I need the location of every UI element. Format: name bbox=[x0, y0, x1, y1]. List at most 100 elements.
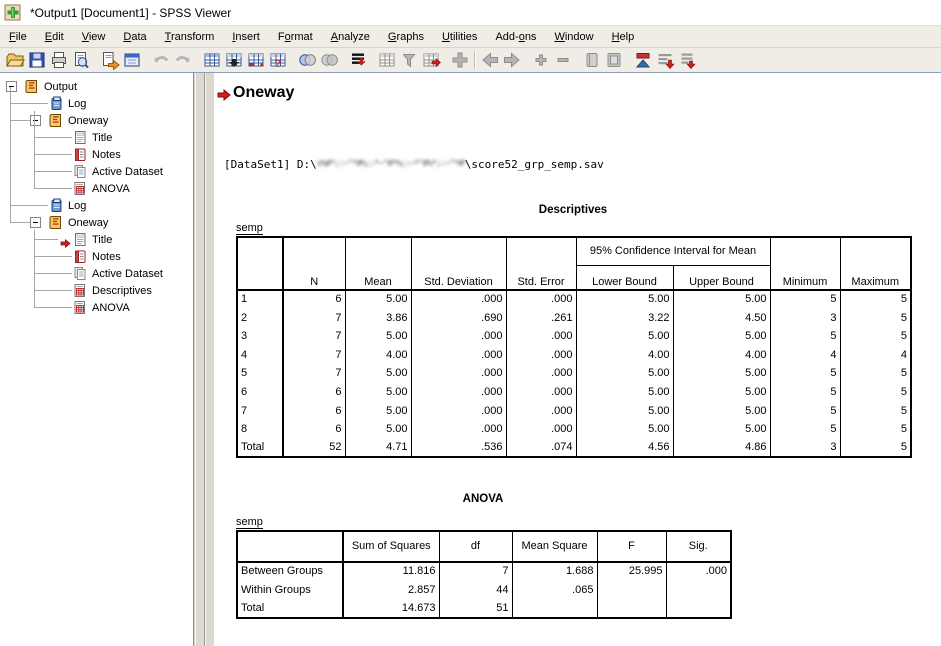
print-icon[interactable] bbox=[48, 50, 70, 71]
table-cell: Within Groups bbox=[237, 581, 343, 600]
table-cell: 4 bbox=[237, 346, 283, 365]
menu-utilities[interactable]: Utilities bbox=[433, 28, 486, 46]
table-cell: 5.00 bbox=[673, 402, 770, 421]
tree-item-log-7[interactable]: Log bbox=[48, 197, 86, 214]
table-cell: 4 bbox=[770, 346, 840, 365]
variables-icon[interactable] bbox=[245, 50, 267, 71]
select-cases-icon[interactable] bbox=[376, 50, 398, 71]
table-cell: 4.00 bbox=[673, 346, 770, 365]
menu-bar: FileEditViewDataTransformInsertFormatAna… bbox=[0, 26, 941, 48]
tree-item-oneway-2[interactable]: Oneway bbox=[48, 112, 108, 129]
navigate-forward-icon[interactable] bbox=[501, 50, 523, 71]
goto-case-icon[interactable] bbox=[223, 50, 245, 71]
insert-data-icon[interactable] bbox=[420, 50, 442, 71]
tree-expander[interactable] bbox=[30, 115, 41, 126]
dataset-icon bbox=[72, 266, 88, 281]
undo-icon[interactable] bbox=[150, 50, 172, 71]
menu-data[interactable]: Data bbox=[114, 28, 155, 46]
dataset-path-line: [DataSet1] D:\x%#*;:~^*#%;:*~^#*%;:~*^#%… bbox=[224, 158, 604, 171]
book-icon bbox=[48, 215, 64, 230]
menu-insert[interactable]: Insert bbox=[223, 28, 269, 46]
tree-item-title-9[interactable]: Title bbox=[72, 231, 112, 248]
collapse-icon[interactable] bbox=[552, 50, 574, 71]
tree-item-active-dataset-5[interactable]: Active Dataset bbox=[72, 163, 163, 180]
menu-view[interactable]: View bbox=[73, 28, 115, 46]
tree-item-active-dataset-11[interactable]: Active Dataset bbox=[72, 265, 163, 282]
menu-analyze[interactable]: Analyze bbox=[322, 28, 379, 46]
log-icon bbox=[48, 96, 64, 111]
tree-item-output-0[interactable]: Output bbox=[24, 78, 77, 95]
table-cell: 7 bbox=[439, 562, 512, 581]
menu-graphs[interactable]: Graphs bbox=[379, 28, 433, 46]
dataset-path-suffix: \score52_grp_semp.sav bbox=[465, 158, 604, 171]
table-cell: 5 bbox=[840, 290, 911, 309]
table-cell: 11.816 bbox=[343, 562, 439, 581]
show-all-variables-icon[interactable] bbox=[318, 50, 340, 71]
table-cell: 5.00 bbox=[673, 290, 770, 309]
table-cell: 5.00 bbox=[576, 402, 673, 421]
descriptives-table[interactable]: N Mean Std. Deviation Std. Error 95% Con… bbox=[236, 236, 912, 458]
move-icon[interactable] bbox=[449, 50, 471, 71]
show-output-icon[interactable] bbox=[581, 50, 603, 71]
demote-output-icon[interactable] bbox=[654, 50, 676, 71]
table-cell: 5.00 bbox=[345, 364, 411, 383]
menu-edit[interactable]: Edit bbox=[36, 28, 73, 46]
table-cell: 5.00 bbox=[345, 402, 411, 421]
tree-item-anova-6[interactable]: ANOVA bbox=[72, 180, 130, 197]
tree-item-log-1[interactable]: Log bbox=[48, 95, 86, 112]
tree-expander[interactable] bbox=[6, 81, 17, 92]
table-cell: 1 bbox=[237, 290, 283, 309]
goto-data-icon[interactable] bbox=[201, 50, 223, 71]
tree-expander[interactable] bbox=[30, 217, 41, 228]
table-cell: 6 bbox=[283, 383, 345, 402]
tree-item-title-3[interactable]: Title bbox=[72, 129, 112, 146]
run-script-icon[interactable] bbox=[347, 50, 369, 71]
menu-format[interactable]: Format bbox=[269, 28, 322, 46]
menu-transform[interactable]: Transform bbox=[156, 28, 224, 46]
table-cell: 5 bbox=[770, 402, 840, 421]
window-title: *Output1 [Document1] - SPSS Viewer bbox=[30, 6, 231, 20]
menu-help[interactable]: Help bbox=[603, 28, 644, 46]
pane-splitter[interactable] bbox=[193, 73, 215, 646]
table-cell: 6 bbox=[237, 383, 283, 402]
anova-table[interactable]: Sum of SquaresdfMean SquareFSig.Between … bbox=[236, 530, 732, 619]
col-header: N bbox=[283, 237, 345, 290]
outline-tree-panel[interactable]: Output Log Oneway Title Notes Active Dat… bbox=[0, 73, 193, 646]
table-cell: .690 bbox=[411, 309, 506, 328]
tree-item-notes-10[interactable]: Notes bbox=[72, 248, 121, 265]
export-output-icon[interactable] bbox=[99, 50, 121, 71]
expand-icon[interactable] bbox=[530, 50, 552, 71]
tree-item-descriptives-12[interactable]: Descriptives bbox=[72, 282, 152, 299]
menu-window[interactable]: Window bbox=[545, 28, 602, 46]
tree-item-oneway-8[interactable]: Oneway bbox=[48, 214, 108, 231]
table-cell: 7 bbox=[283, 309, 345, 328]
tree-item-anova-13[interactable]: ANOVA bbox=[72, 299, 130, 316]
hide-output-icon[interactable] bbox=[603, 50, 625, 71]
weight-cases-icon[interactable] bbox=[398, 50, 420, 71]
table-cell: 7 bbox=[283, 346, 345, 365]
spss-viewer-window: *Output1 [Document1] - SPSS Viewer FileE… bbox=[0, 0, 941, 645]
table-cell: 4.00 bbox=[345, 346, 411, 365]
table-cell: 7 bbox=[283, 364, 345, 383]
redo-icon[interactable] bbox=[172, 50, 194, 71]
table-cell: 5.00 bbox=[345, 383, 411, 402]
insert-heading-icon[interactable] bbox=[676, 50, 698, 71]
menu-add-ons[interactable]: Add-ons bbox=[486, 28, 545, 46]
open-file-icon[interactable] bbox=[4, 50, 26, 71]
col-header: Sig. bbox=[666, 531, 731, 562]
recall-dialog-icon[interactable] bbox=[121, 50, 143, 71]
navigate-back-icon[interactable] bbox=[479, 50, 501, 71]
use-sets-icon[interactable] bbox=[296, 50, 318, 71]
table-cell: 5 bbox=[840, 383, 911, 402]
print-preview-icon[interactable] bbox=[70, 50, 92, 71]
menu-file[interactable]: File bbox=[0, 28, 36, 46]
save-file-icon[interactable] bbox=[26, 50, 48, 71]
tree-item-notes-4[interactable]: Notes bbox=[72, 146, 121, 163]
find-icon[interactable]: ? bbox=[267, 50, 289, 71]
col-header: F bbox=[597, 531, 666, 562]
col-header: Std. Deviation bbox=[411, 237, 506, 290]
title-icon bbox=[72, 130, 88, 145]
output-content-pane[interactable]: Oneway [DataSet1] D:\x%#*;:~^*#%;:*~^#*%… bbox=[214, 73, 941, 646]
col-header: Minimum bbox=[770, 237, 840, 290]
promote-output-icon[interactable] bbox=[632, 50, 654, 71]
